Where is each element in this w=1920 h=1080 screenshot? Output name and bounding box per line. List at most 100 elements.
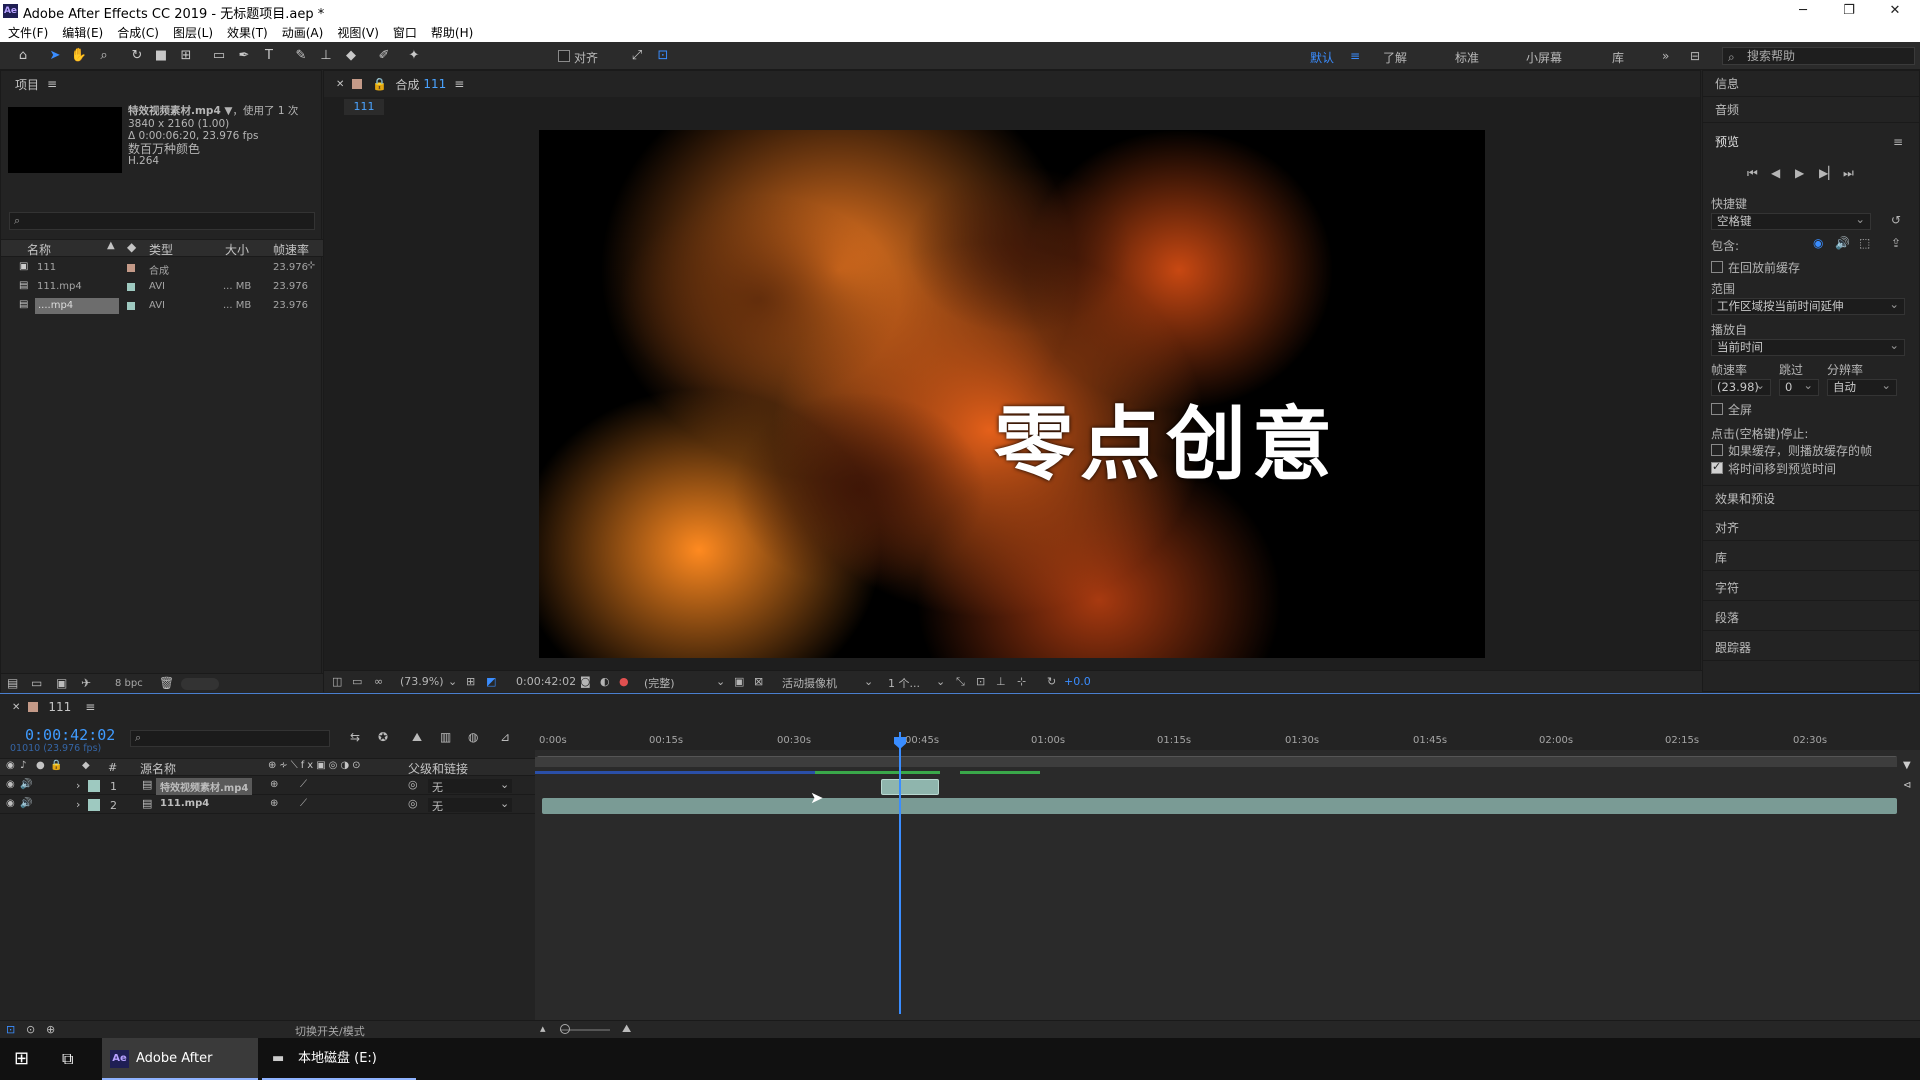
- comp-name[interactable]: 111: [423, 77, 446, 91]
- close-button[interactable]: ✕: [1872, 0, 1918, 22]
- label-icon[interactable]: ◆: [127, 240, 136, 254]
- quality-icon[interactable]: ⟋: [300, 798, 307, 809]
- include-overlays-icon[interactable]: ⬚: [1859, 236, 1870, 250]
- snapping-options-icon[interactable]: ⊡: [654, 48, 672, 64]
- previous-frame-icon[interactable]: ◀: [1771, 166, 1780, 180]
- reset-exposure-icon[interactable]: ↻: [1047, 675, 1056, 688]
- col-size[interactable]: 大小: [225, 241, 249, 258]
- col-source-name[interactable]: 源名称: [140, 760, 176, 777]
- include-video-icon[interactable]: ◉: [1813, 236, 1823, 250]
- solo-icon[interactable]: ●: [36, 760, 45, 771]
- thumbnail-slider[interactable]: [181, 678, 219, 690]
- pan-behind-tool-icon[interactable]: ⊞: [177, 48, 195, 64]
- toggle-mask-icon[interactable]: ⊠: [754, 675, 763, 688]
- display-icon[interactable]: ▭: [352, 675, 362, 688]
- pickwhip-icon[interactable]: ◎: [408, 797, 418, 810]
- shy-icon[interactable]: ⊕: [270, 798, 278, 809]
- zoom-out-icon[interactable]: ▴: [540, 1022, 546, 1035]
- visibility-icon[interactable]: ◉: [6, 798, 15, 809]
- render-queue-icon[interactable]: ✈: [81, 676, 91, 690]
- 3d-glasses-icon[interactable]: ∞: [374, 675, 383, 688]
- panel-menu-icon[interactable]: ≡: [1893, 135, 1903, 149]
- timeline-comp-name[interactable]: 111: [48, 700, 71, 714]
- search-help-input[interactable]: 搜索帮助: [1722, 47, 1915, 65]
- timeline-track-area[interactable]: 0:00s 00:15s 00:30s 00:45s 01:00s 01:15s…: [535, 694, 1920, 1039]
- hide-shy-layers-icon[interactable]: ⛰: [412, 730, 422, 745]
- workspace-small-screen[interactable]: 小屏幕: [1526, 49, 1562, 66]
- menu-layer[interactable]: 图层(L): [173, 24, 213, 41]
- col-fps[interactable]: 帧速率: [273, 241, 309, 258]
- info-panel-tab[interactable]: 信息: [1703, 71, 1920, 97]
- character-panel-tab[interactable]: 字符: [1703, 575, 1920, 601]
- layer-1-clip-bar[interactable]: [881, 779, 939, 795]
- project-item[interactable]: ▣ 111 合成 23.976 ⊹: [1, 259, 323, 277]
- layer-row[interactable]: ◉ 🔊 › 2 ▤ 111.mp4 ⊕ ⟋ ◎ 无 ⌄: [0, 796, 535, 814]
- composition-viewer[interactable]: 零点创意: [539, 130, 1485, 658]
- project-item-selected[interactable]: ▤ ....mp4 AVI ... MB 23.976: [1, 297, 323, 315]
- layer-name[interactable]: 特效视频素材.mp4: [156, 778, 253, 795]
- label-color-swatch[interactable]: [127, 302, 135, 310]
- resolution-dropdown[interactable]: 自动: [1827, 378, 1897, 396]
- sort-ascending-icon[interactable]: ▲: [107, 240, 115, 251]
- time-ruler[interactable]: 0:00s 00:15s 00:30s 00:45s 01:00s 01:15s…: [535, 722, 1920, 761]
- zoom-tool-icon[interactable]: ⌕: [95, 48, 113, 64]
- preview-panel-tab[interactable]: 预览: [1703, 129, 1920, 155]
- menu-effect[interactable]: 效果(T): [227, 24, 268, 41]
- play-cached-frames-checkbox[interactable]: [1711, 444, 1723, 456]
- menu-window[interactable]: 窗口: [393, 24, 417, 41]
- selected-footage-name[interactable]: 特效视频素材.mp4 ▼: [128, 105, 232, 117]
- camera-chevron-icon[interactable]: ⌄: [864, 675, 873, 688]
- project-item[interactable]: ▤ 111.mp4 AVI ... MB 23.976: [1, 278, 323, 296]
- quality-icon[interactable]: ⟋: [300, 779, 307, 790]
- puppet-tool-icon[interactable]: ✦: [405, 48, 423, 64]
- label-color-swatch[interactable]: [88, 780, 100, 792]
- lock-icon[interactable]: 🔒: [50, 760, 62, 771]
- channel-icon[interactable]: ●: [619, 675, 629, 688]
- last-frame-icon[interactable]: ⏭: [1843, 166, 1854, 181]
- home-icon[interactable]: ⌂: [14, 48, 32, 64]
- frame-blending-icon[interactable]: ▥: [440, 730, 451, 744]
- reset-icon[interactable]: ↺: [1891, 213, 1901, 227]
- lock-icon[interactable]: 🔒: [372, 77, 387, 91]
- taskbar-after-effects[interactable]: Ae Adobe After Effec...: [102, 1038, 258, 1080]
- views-chevron-icon[interactable]: ⌄: [936, 675, 945, 688]
- interpret-footage-icon[interactable]: ▤: [7, 676, 18, 690]
- clone-stamp-tool-icon[interactable]: ⊥: [317, 48, 335, 64]
- label-color-swatch[interactable]: [88, 799, 100, 811]
- video-toggle-icon[interactable]: ◉: [6, 760, 15, 771]
- workspace-menu-icon[interactable]: ≡: [1350, 49, 1360, 63]
- snapshot-icon[interactable]: ◙: [580, 675, 591, 688]
- roto-brush-tool-icon[interactable]: ✐: [375, 48, 393, 64]
- pen-tool-icon[interactable]: ✒: [235, 48, 253, 64]
- shy-icon[interactable]: ⊕: [270, 779, 278, 790]
- expand-icon[interactable]: ›: [76, 798, 80, 811]
- fast-previews-icon[interactable]: ▣: [734, 675, 744, 688]
- comp-navigator-tab[interactable]: 111: [344, 99, 384, 115]
- first-frame-icon[interactable]: ⏮: [1747, 166, 1758, 181]
- panel-menu-icon[interactable]: ≡: [454, 77, 464, 91]
- export-icon[interactable]: ⇪: [1891, 236, 1901, 250]
- menu-help[interactable]: 帮助(H): [431, 24, 473, 41]
- always-preview-icon[interactable]: ◫: [332, 675, 342, 688]
- comp-flowchart-icon[interactable]: ⊡: [976, 675, 985, 688]
- skip-dropdown[interactable]: 0: [1779, 378, 1819, 396]
- comp-mini-flowchart-icon[interactable]: ⇆: [350, 730, 360, 744]
- label-icon[interactable]: ◆: [82, 760, 90, 771]
- eraser-tool-icon[interactable]: ◆: [342, 48, 360, 64]
- label-color-swatch[interactable]: [127, 283, 135, 291]
- zoom-dropdown[interactable]: (73.9%): [400, 675, 444, 688]
- workspace-learn[interactable]: 了解: [1383, 49, 1407, 66]
- workspace-default[interactable]: 默认: [1310, 49, 1334, 66]
- views-dropdown[interactable]: 1 个...: [888, 675, 920, 691]
- tracker-panel-tab[interactable]: 跟踪器: [1703, 635, 1920, 661]
- region-of-interest-icon[interactable]: ⊞: [466, 675, 475, 688]
- snap-icon[interactable]: ⤢: [628, 48, 646, 64]
- expand-icon[interactable]: ›: [76, 779, 80, 792]
- toggle-switches-modes-button[interactable]: 切换开关/模式: [295, 1023, 365, 1039]
- effects-presets-tab[interactable]: 效果和预设: [1703, 485, 1920, 511]
- audio-icon[interactable]: 🔊: [20, 779, 32, 790]
- shortcut-dropdown[interactable]: 空格键: [1711, 212, 1871, 230]
- stretch-icon[interactable]: ⊕: [46, 1023, 55, 1036]
- menu-file[interactable]: 文件(F): [8, 24, 48, 41]
- draft-3d-icon[interactable]: ✪: [378, 730, 388, 744]
